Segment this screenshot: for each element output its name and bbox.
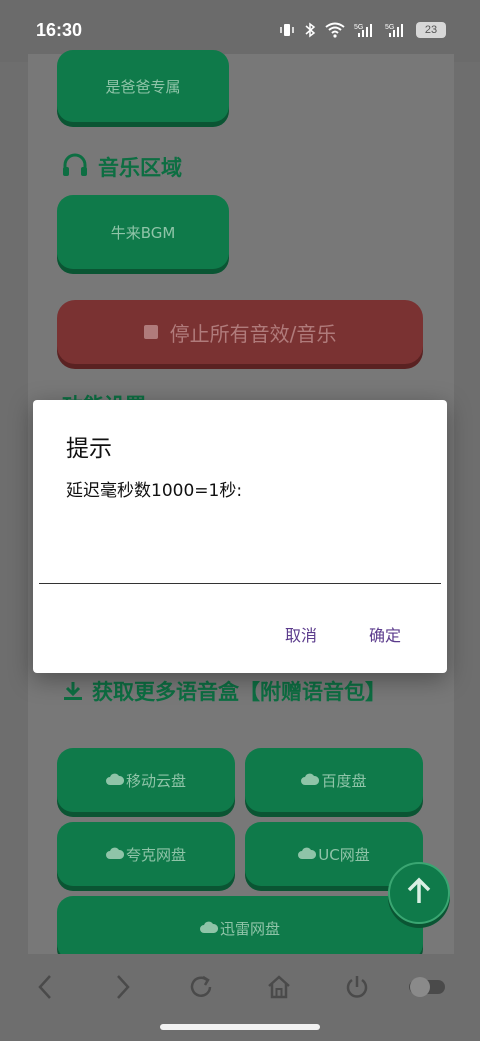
download-button-quark[interactable]: 夸克网盘	[57, 822, 235, 886]
button-label: 夸克网盘	[125, 845, 186, 864]
stop-all-label: 停止所有音效/音乐	[169, 321, 337, 346]
cloud-icon	[105, 845, 125, 863]
prompt-dialog: 提示 延迟毫秒数1000=1秒: 取消 确定	[33, 400, 447, 673]
cloud-icon	[199, 919, 219, 937]
delay-input[interactable]	[39, 536, 441, 584]
cloud-icon	[298, 845, 317, 863]
download-section-title: 获取更多语音盒【附赠语音包】	[92, 680, 386, 704]
back-button[interactable]	[30, 974, 60, 1004]
button-label: 是爸爸专属	[105, 77, 181, 96]
download-button-baidu[interactable]: 百度盘	[245, 748, 423, 812]
download-button-xunlei[interactable]: 迅雷网盘	[57, 896, 423, 960]
headphones-icon	[62, 153, 88, 182]
chevron-left-icon	[37, 974, 53, 1004]
power-icon	[344, 974, 370, 1004]
button-label: 迅雷网盘	[219, 919, 280, 938]
toggle-icon	[407, 974, 449, 1004]
cloud-icon	[105, 771, 125, 789]
dialog-title: 提示	[66, 436, 112, 462]
music-button-bgm[interactable]: 牛来BGM	[57, 195, 229, 269]
download-section-heading: 获取更多语音盒【附赠语音包】	[62, 678, 402, 709]
cancel-button[interactable]: 取消	[285, 622, 317, 646]
button-label: UC网盘	[318, 845, 370, 864]
reload-button[interactable]	[186, 974, 216, 1004]
arrow-up-icon	[406, 877, 432, 909]
download-icon	[62, 680, 84, 709]
stop-all-button[interactable]: 停止所有音效/音乐	[57, 300, 423, 364]
toggle-switch[interactable]	[406, 974, 450, 1004]
button-label: 牛来BGM	[110, 223, 176, 242]
cloud-icon	[301, 771, 320, 789]
soundbox-button-dad[interactable]: 是爸爸专属	[57, 50, 229, 122]
download-button-mobile-cloud[interactable]: 移动云盘	[57, 748, 235, 812]
button-label: 百度盘	[321, 771, 367, 790]
dialog-message: 延迟毫秒数1000=1秒:	[66, 481, 243, 501]
home-icon	[266, 974, 292, 1004]
ok-button[interactable]: 确定	[369, 622, 401, 646]
music-section-heading: 音乐区域	[62, 152, 182, 182]
power-button[interactable]	[342, 974, 372, 1004]
button-label: 移动云盘	[125, 771, 186, 790]
forward-button[interactable]	[108, 974, 138, 1004]
stop-icon	[143, 325, 158, 339]
home-button[interactable]	[264, 974, 294, 1004]
music-section-title: 音乐区域	[98, 156, 182, 180]
home-indicator	[160, 1024, 320, 1030]
scroll-to-top-button[interactable]	[388, 862, 450, 924]
chevron-right-icon	[115, 974, 131, 1004]
reload-icon	[188, 974, 214, 1004]
